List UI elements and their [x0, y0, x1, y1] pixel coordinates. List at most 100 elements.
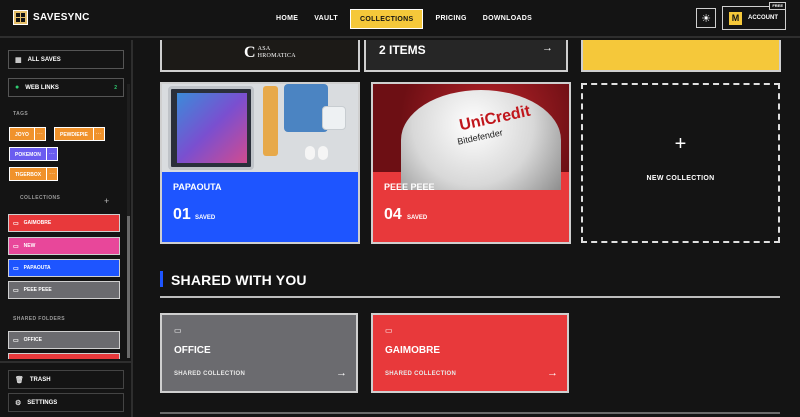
- shared-card-office[interactable]: ▭ OFFICE SHARED COLLECTION →: [160, 313, 358, 393]
- top-navigation-bar: SAVESYNC HOME VAULT COLLECTIONS PRICING …: [0, 0, 800, 38]
- sidebar-scrollbar-thumb[interactable]: [127, 216, 130, 358]
- collection-thumbnail: UniCredit Bitdefender: [373, 84, 569, 190]
- tag-label: PEWDIEPIE: [54, 127, 94, 141]
- saved-label: SAVED: [407, 215, 428, 221]
- sidebar-item-label: GAIMOBRE: [23, 220, 52, 226]
- app-logo[interactable]: SAVESYNC: [13, 10, 90, 25]
- earbuds-image: [305, 146, 315, 160]
- sidebar-item-label: OFFICE: [23, 337, 43, 343]
- section-divider: [160, 296, 780, 298]
- sidebar-web-links[interactable]: ● WEB LINKS 2: [8, 78, 124, 97]
- collection-card-footer: PAPAOUTA 01 SAVED: [162, 172, 358, 242]
- tags-heading: TAGS: [13, 111, 29, 117]
- folder-icon: ▭: [13, 265, 19, 272]
- logo-letter: C: [244, 44, 256, 61]
- sun-icon: ☀: [701, 12, 711, 25]
- items-card[interactable]: 2 ITEMS →: [364, 40, 568, 72]
- shared-card-gaimobre[interactable]: ▭ GAIMOBRE SHARED COLLECTION →: [371, 313, 569, 393]
- saved-count: 04: [384, 206, 402, 223]
- main-nav: HOME VAULT COLLECTIONS PRICING DOWNLOADS: [268, 9, 540, 29]
- trash-icon: 🗑: [15, 376, 24, 384]
- collections-heading: COLLECTIONS: [20, 195, 61, 201]
- shared-folders-heading: SHARED FOLDERS: [13, 316, 65, 322]
- tag-label: JOYO: [9, 127, 35, 141]
- folder-icon: ▭: [13, 287, 19, 294]
- main-content: C ASA HROMATICA 2 ITEMS → PAPAOUTA 01 SA…: [135, 40, 800, 417]
- plus-icon: +: [674, 133, 687, 155]
- new-collection-label: NEW COLLECTION: [646, 175, 715, 182]
- tag-more-button[interactable]: ···: [47, 167, 59, 181]
- nav-home[interactable]: HOME: [268, 9, 306, 29]
- folder-icon: ▭: [13, 220, 19, 227]
- plus-icon: +: [104, 196, 110, 206]
- app-name: SAVESYNC: [33, 12, 90, 23]
- items-count: 2 ITEMS: [379, 43, 426, 57]
- sidebar-item-label: NEW: [23, 243, 36, 249]
- tag-pokemon[interactable]: POKEMON ···: [9, 147, 58, 161]
- collection-title: PAPAOUTA: [173, 182, 222, 192]
- sidebar-settings[interactable]: ⚙ SETTINGS: [8, 393, 124, 412]
- account-label: ACCOUNT: [748, 15, 778, 21]
- nav-vault[interactable]: VAULT: [306, 9, 346, 29]
- collection-title: PEEE PEEE: [384, 182, 435, 192]
- sidebar: ▦ ALL SAVES ● WEB LINKS 2 TAGS JOYO ··· …: [0, 40, 133, 417]
- sidebar-item-label: PAPAOUTA: [23, 265, 51, 271]
- sidebar-item-label: TRASH: [29, 376, 51, 383]
- sidebar-trash[interactable]: 🗑 TRASH: [8, 370, 124, 389]
- tag-label: POKEMON: [9, 147, 47, 161]
- collection-card-peee-peee[interactable]: UniCredit Bitdefender PEEE PEEE 04 SAVED: [371, 82, 571, 244]
- section-accent-bar: [160, 271, 163, 287]
- shared-section-title: SHARED WITH YOU: [171, 272, 307, 288]
- tablet-image: [168, 86, 254, 170]
- gear-icon: ⚙: [15, 399, 22, 407]
- sidebar-collection-gaimobre[interactable]: ▭ GAIMOBRE: [8, 214, 120, 232]
- arrow-right-icon: →: [547, 367, 558, 379]
- shared-collection-subtitle: SHARED COLLECTION: [174, 371, 246, 377]
- sidebar-collection-peee-peee[interactable]: ▭ PEEE PEEE: [8, 281, 120, 299]
- saved-label: SAVED: [195, 215, 216, 221]
- sidebar-shared-office[interactable]: ▭ OFFICE: [8, 331, 120, 349]
- tag-joyo[interactable]: JOYO ···: [9, 127, 46, 141]
- logo-icon: [13, 10, 28, 25]
- nav-collections[interactable]: COLLECTIONS: [350, 9, 424, 29]
- tag-more-button[interactable]: ···: [93, 127, 105, 141]
- sidebar-all-saves[interactable]: ▦ ALL SAVES: [8, 50, 124, 69]
- collection-card-papaouta[interactable]: PAPAOUTA 01 SAVED: [160, 82, 360, 244]
- plan-badge: FREE: [769, 2, 786, 10]
- yellow-collection-card[interactable]: [581, 40, 781, 72]
- folder-icon: ▭: [385, 326, 393, 335]
- sidebar-item-label: ALL SAVES: [27, 56, 61, 63]
- avatar: M: [728, 10, 743, 26]
- sidebar-item-label: SETTINGS: [27, 399, 58, 406]
- nav-downloads[interactable]: DOWNLOADS: [475, 9, 540, 29]
- grid-icon: ▦: [15, 56, 22, 64]
- nav-pricing[interactable]: PRICING: [427, 9, 474, 29]
- new-collection-button[interactable]: + NEW COLLECTION: [581, 83, 780, 243]
- sidebar-shared-partial-item[interactable]: [8, 353, 120, 359]
- tag-more-button[interactable]: ···: [34, 127, 46, 141]
- tag-tigerbox[interactable]: TIGERBOX ···: [9, 167, 59, 181]
- arrow-right-icon: →: [336, 367, 347, 379]
- tag-label: TIGERBOX: [9, 167, 48, 181]
- folder-icon: ▭: [13, 243, 19, 250]
- folder-icon: ▭: [13, 337, 19, 344]
- shared-collection-name: OFFICE: [174, 345, 211, 356]
- tag-more-button[interactable]: ···: [46, 147, 58, 161]
- image-logo: C ASA HROMATICA: [244, 44, 296, 62]
- sidebar-footer: 🗑 TRASH ⚙ SETTINGS: [0, 361, 131, 417]
- sidebar-collection-papaouta[interactable]: ▭ PAPAOUTA: [8, 259, 120, 277]
- collection-card-footer: PEEE PEEE 04 SAVED: [373, 172, 569, 242]
- tag-pewdiepie[interactable]: PEWDIEPIE ···: [54, 127, 105, 141]
- bottom-divider: [160, 412, 780, 414]
- account-button[interactable]: M ACCOUNT FREE: [722, 2, 786, 30]
- theme-toggle-button[interactable]: ☀: [696, 8, 716, 28]
- add-collection-button[interactable]: +: [104, 196, 109, 206]
- folder-icon: ▭: [174, 326, 182, 335]
- pencil-image: [263, 86, 278, 156]
- web-links-count: 2: [114, 84, 117, 91]
- sidebar-collection-new[interactable]: ▭ NEW: [8, 237, 120, 255]
- pin-icon: ●: [15, 84, 20, 91]
- shared-collection-name: GAIMOBRE: [385, 345, 440, 356]
- earbuds-image: [318, 146, 328, 160]
- collection-card-casa[interactable]: C ASA HROMATICA: [160, 40, 360, 72]
